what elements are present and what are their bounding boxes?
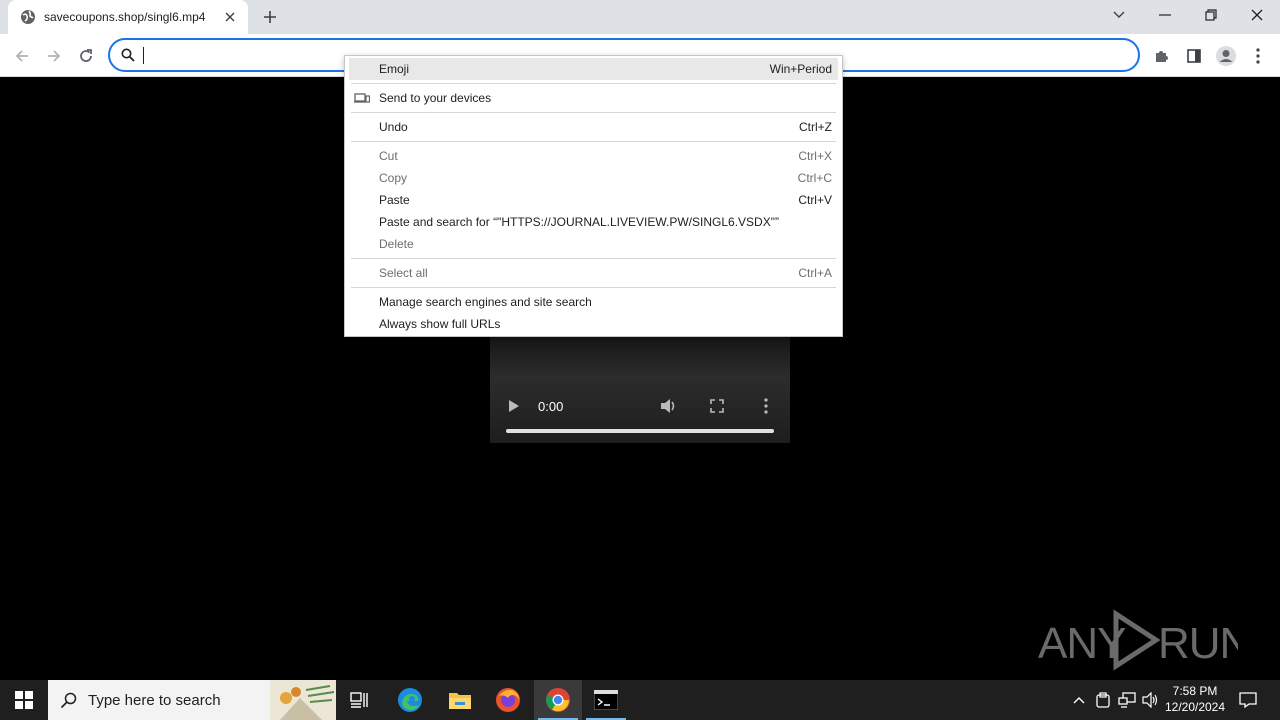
notifications-icon[interactable] (1236, 680, 1260, 720)
clock-time: 7:58 PM (1172, 684, 1218, 698)
video-controls: 0:00 (490, 395, 790, 419)
reload-icon[interactable] (72, 42, 100, 70)
search-icon (120, 47, 136, 63)
search-highlight-image (270, 680, 336, 720)
svg-text:ANY: ANY (1038, 619, 1126, 668)
context-menu: Emoji Win+Period Send to your devices Un… (344, 55, 843, 337)
system-clock[interactable]: 7:58 PM 12/20/2024 (1160, 683, 1230, 715)
menu-item-label: Copy (379, 171, 408, 185)
menu-item-label: Emoji (379, 62, 410, 76)
terminal-icon[interactable] (582, 680, 630, 720)
menu-item-copy[interactable]: Copy Ctrl+C (349, 167, 838, 189)
forward-arrow-icon[interactable] (40, 42, 68, 70)
tab-close-icon[interactable] (222, 9, 238, 25)
menu-item-label: Cut (379, 149, 398, 163)
menu-separator (351, 141, 836, 142)
volume-icon[interactable] (1140, 680, 1162, 720)
network-icon[interactable] (1116, 680, 1138, 720)
menu-item-label: Delete (379, 237, 414, 251)
fullscreen-icon[interactable] (710, 399, 724, 416)
menu-item-shortcut: Ctrl+C (797, 171, 832, 185)
video-progress-bar[interactable] (506, 429, 774, 433)
video-time: 0:00 (538, 399, 564, 414)
firefox-icon[interactable] (484, 680, 532, 720)
browser-tab[interactable]: savecoupons.shop/singl6.mp4 (8, 0, 248, 34)
menu-item-label: Paste and search for “"HTTPS://JOURNAL.L… (379, 215, 779, 229)
file-explorer-icon[interactable] (436, 680, 484, 720)
menu-separator (351, 83, 836, 84)
devices-icon (354, 90, 371, 106)
menu-item-shortcut: Ctrl+A (798, 266, 832, 280)
menu-item-label: Undo (379, 120, 408, 134)
search-icon (60, 691, 78, 709)
video-options-icon[interactable] (764, 398, 768, 417)
chevron-up-icon[interactable] (1068, 680, 1090, 720)
menu-separator (351, 112, 836, 113)
menu-item-label: Send to your devices (379, 91, 492, 105)
side-panel-icon[interactable] (1180, 42, 1208, 70)
edge-browser-icon[interactable] (386, 680, 434, 720)
menu-item-shortcut: Ctrl+X (798, 149, 832, 163)
screen: savecoupons.shop/singl6.mp4 0:00 Emoji W… (0, 0, 1280, 720)
menu-item-paste[interactable]: Paste Ctrl+V (349, 189, 838, 211)
extensions-puzzle-icon[interactable] (1148, 42, 1176, 70)
menu-item-emoji[interactable]: Emoji Win+Period (349, 58, 838, 80)
taskbar-search-box[interactable]: Type here to search (48, 680, 336, 720)
menu-item-manage-search-engines[interactable]: Manage search engines and site search (349, 291, 838, 313)
menu-item-delete[interactable]: Delete (349, 233, 838, 255)
menu-item-send-to-devices[interactable]: Send to your devices (349, 87, 838, 109)
text-caret (143, 47, 144, 64)
menu-item-undo[interactable]: Undo Ctrl+Z (349, 116, 838, 138)
close-window-icon[interactable] (1234, 0, 1280, 30)
globe-icon (20, 9, 36, 25)
menu-item-shortcut: Ctrl+V (798, 193, 832, 207)
play-icon[interactable] (508, 399, 520, 416)
svg-text:RUN: RUN (1158, 619, 1238, 668)
tab-title: savecoupons.shop/singl6.mp4 (44, 10, 206, 24)
profile-avatar-icon[interactable] (1212, 42, 1240, 70)
more-menu-icon[interactable] (1244, 42, 1272, 70)
menu-separator (351, 287, 836, 288)
windows-start-icon[interactable] (0, 680, 48, 720)
menu-separator (351, 258, 836, 259)
menu-item-select-all[interactable]: Select all Ctrl+A (349, 262, 838, 284)
back-arrow-icon[interactable] (8, 42, 36, 70)
menu-item-label: Manage search engines and site search (379, 295, 592, 309)
task-view-icon[interactable] (336, 680, 384, 720)
menu-item-shortcut: Win+Period (769, 62, 832, 76)
menu-item-cut[interactable]: Cut Ctrl+X (349, 145, 838, 167)
menu-item-label: Paste (379, 193, 410, 207)
minimize-icon[interactable] (1142, 0, 1188, 30)
clock-date: 12/20/2024 (1164, 700, 1226, 714)
restore-icon[interactable] (1188, 0, 1234, 30)
tab-search-chevron-down-icon[interactable] (1096, 0, 1142, 30)
security-shield-icon[interactable] (1092, 680, 1114, 720)
anyrun-watermark-logo: ANY RUN (1038, 608, 1251, 672)
windows-taskbar: Type here to search 7:58 PM 12/20/2024 (0, 680, 1280, 720)
menu-item-always-show-full-urls[interactable]: Always show full URLs (349, 313, 838, 335)
search-placeholder: Type here to search (88, 692, 221, 709)
tab-strip: savecoupons.shop/singl6.mp4 (0, 0, 1280, 34)
menu-item-paste-and-search[interactable]: Paste and search for “"HTTPS://JOURNAL.L… (349, 211, 838, 233)
new-tab-button[interactable] (258, 5, 282, 29)
menu-item-label: Select all (379, 266, 428, 280)
menu-item-shortcut: Ctrl+Z (799, 120, 832, 134)
chrome-icon[interactable] (534, 680, 582, 720)
volume-icon[interactable] (660, 398, 678, 417)
menu-item-label: Always show full URLs (379, 317, 501, 331)
